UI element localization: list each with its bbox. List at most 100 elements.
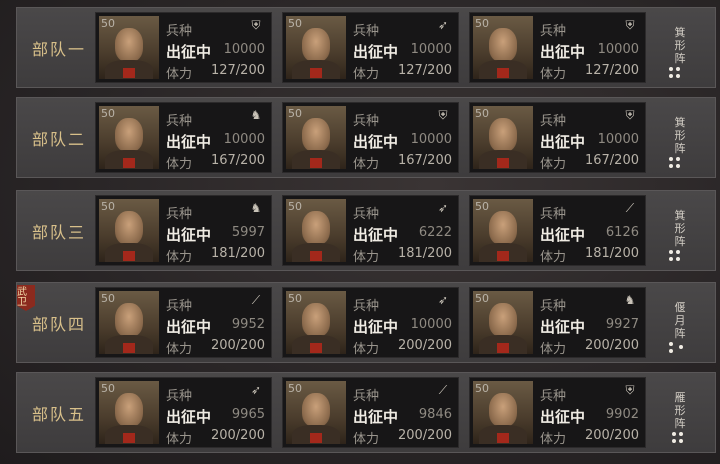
portrait-flag-icon xyxy=(310,343,322,353)
stamina-label: 体力 xyxy=(166,250,193,265)
squad-row[interactable]: 部队二 50 兵种 ♞ 出征中 10000 体力 167/200 50 兵种 ⛨… xyxy=(16,97,716,178)
portrait-face xyxy=(115,118,143,152)
formation-dot xyxy=(676,164,680,168)
formation-dot xyxy=(676,67,680,71)
general-portrait[interactable]: 50 xyxy=(286,381,346,444)
troop-count: 10000 xyxy=(410,42,452,57)
stamina-value: 200/200 xyxy=(584,428,639,443)
general-card[interactable]: 50 兵种 ⛨ 出征中 9902 体力 200/200 xyxy=(469,377,646,448)
stamina-value: 200/200 xyxy=(584,338,639,353)
formation-dot xyxy=(669,67,673,71)
general-portrait[interactable]: 50 xyxy=(473,291,533,354)
status-text: 出征中 xyxy=(540,43,586,61)
shield-icon: ⛨ xyxy=(625,107,635,122)
general-portrait[interactable]: 50 xyxy=(473,199,533,262)
status-text: 出征中 xyxy=(540,226,586,244)
portrait-flag-icon xyxy=(123,158,135,168)
general-level: 50 xyxy=(475,200,489,213)
general-level: 50 xyxy=(101,382,115,395)
spear-icon: ⟋ xyxy=(251,292,261,307)
general-card[interactable]: 50 兵种 ⛨ 出征中 10000 体力 127/200 xyxy=(469,12,646,83)
general-portrait[interactable]: 50 xyxy=(99,16,159,79)
general-portrait[interactable]: 50 xyxy=(99,106,159,169)
general-portrait[interactable]: 50 xyxy=(99,381,159,444)
squad-name: 部队一 xyxy=(31,39,86,59)
general-card[interactable]: 50 兵种 ➶ 出征中 9965 体力 200/200 xyxy=(95,377,272,448)
general-level: 50 xyxy=(475,292,489,305)
status-text: 出征中 xyxy=(353,318,399,336)
portrait-face xyxy=(489,393,517,427)
bow-icon: ➶ xyxy=(437,201,449,215)
formation-dot xyxy=(676,74,680,78)
squad-row[interactable]: 武卫部队四 50 兵种 ⟋ 出征中 9952 体力 200/200 50 兵种 xyxy=(16,282,716,363)
general-portrait[interactable]: 50 xyxy=(473,16,533,79)
general-card[interactable]: 50 兵种 ⛨ 出征中 10000 体力 167/200 xyxy=(282,102,459,173)
general-level: 50 xyxy=(101,17,115,30)
general-portrait[interactable]: 50 xyxy=(286,106,346,169)
formation-name: 箕形阵 xyxy=(674,209,686,248)
formation-button[interactable]: 箕形阵 xyxy=(666,191,696,270)
troop-type-label: 兵种 xyxy=(166,207,193,222)
stamina-label: 体力 xyxy=(353,250,380,265)
stamina-value: 181/200 xyxy=(397,246,452,261)
stamina-label: 体力 xyxy=(166,342,193,357)
stamina-label: 体力 xyxy=(353,157,380,172)
general-card[interactable]: 50 兵种 ➶ 出征中 6222 体力 181/200 xyxy=(282,195,459,266)
general-card[interactable]: 50 兵种 ⛨ 出征中 10000 体力 127/200 xyxy=(95,12,272,83)
troop-type-label: 兵种 xyxy=(353,207,380,222)
troop-count: 10000 xyxy=(410,317,452,332)
stamina-value: 200/200 xyxy=(210,338,265,353)
general-card[interactable]: 50 兵种 ➶ 出征中 10000 体力 200/200 xyxy=(282,287,459,358)
stamina-label: 体力 xyxy=(166,67,193,82)
formation-dot xyxy=(672,432,676,436)
general-portrait[interactable]: 50 xyxy=(473,106,533,169)
stamina-value: 127/200 xyxy=(397,63,452,78)
formation-dots-icon xyxy=(669,250,689,262)
troop-count: 9902 xyxy=(605,407,639,422)
formation-dots-icon xyxy=(669,67,689,79)
formation-button[interactable]: 雁形阵 xyxy=(666,373,696,452)
formation-button[interactable]: 箕形阵 xyxy=(666,98,696,177)
general-card[interactable]: 50 兵种 ⟋ 出征中 9952 体力 200/200 xyxy=(95,287,272,358)
general-card[interactable]: 50 兵种 ⟋ 出征中 9846 体力 200/200 xyxy=(282,377,459,448)
troop-count: 9952 xyxy=(231,317,265,332)
general-portrait[interactable]: 50 xyxy=(286,291,346,354)
portrait-flag-icon xyxy=(497,251,509,261)
formation-dot xyxy=(669,349,673,353)
troop-type-label: 兵种 xyxy=(353,114,380,129)
formation-button[interactable]: 箕形阵 xyxy=(666,8,696,87)
portrait-flag-icon xyxy=(497,68,509,78)
troop-type-label: 兵种 xyxy=(166,24,193,39)
general-card[interactable]: 50 兵种 ♞ 出征中 9927 体力 200/200 xyxy=(469,287,646,358)
general-card[interactable]: 50 兵种 ♞ 出征中 5997 体力 181/200 xyxy=(95,195,272,266)
general-portrait[interactable]: 50 xyxy=(286,16,346,79)
stamina-value: 167/200 xyxy=(584,153,639,168)
squad-row[interactable]: 部队五 50 兵种 ➶ 出征中 9965 体力 200/200 50 兵种 ⟋ xyxy=(16,372,716,453)
troop-count: 6126 xyxy=(605,225,639,240)
formation-dot xyxy=(669,342,673,346)
general-card[interactable]: 50 兵种 ➶ 出征中 10000 体力 127/200 xyxy=(282,12,459,83)
troop-count: 9846 xyxy=(418,407,452,422)
troop-type-label: 兵种 xyxy=(166,299,193,314)
status-text: 出征中 xyxy=(353,408,399,426)
status-text: 出征中 xyxy=(166,226,212,244)
portrait-face xyxy=(115,393,143,427)
portrait-flag-icon xyxy=(497,433,509,443)
general-portrait[interactable]: 50 xyxy=(473,381,533,444)
shield-icon: ⛨ xyxy=(438,107,448,122)
formation-name: 偃月阵 xyxy=(674,301,686,340)
general-portrait[interactable]: 50 xyxy=(99,199,159,262)
formation-button[interactable]: 偃月阵 xyxy=(666,283,696,362)
general-level: 50 xyxy=(288,292,302,305)
general-portrait[interactable]: 50 xyxy=(286,199,346,262)
squad-row[interactable]: 部队三 50 兵种 ♞ 出征中 5997 体力 181/200 50 兵种 ➶ xyxy=(16,190,716,271)
general-card[interactable]: 50 兵种 ♞ 出征中 10000 体力 167/200 xyxy=(95,102,272,173)
general-level: 50 xyxy=(101,292,115,305)
squad-row[interactable]: 部队一 50 兵种 ⛨ 出征中 10000 体力 127/200 50 兵种 ➶… xyxy=(16,7,716,88)
formation-dot xyxy=(669,164,673,168)
general-level: 50 xyxy=(101,107,115,120)
general-card[interactable]: 50 兵种 ⛨ 出征中 10000 体力 167/200 xyxy=(469,102,646,173)
formation-name: 箕形阵 xyxy=(674,26,686,65)
general-card[interactable]: 50 兵种 ⟋ 出征中 6126 体力 181/200 xyxy=(469,195,646,266)
general-portrait[interactable]: 50 xyxy=(99,291,159,354)
